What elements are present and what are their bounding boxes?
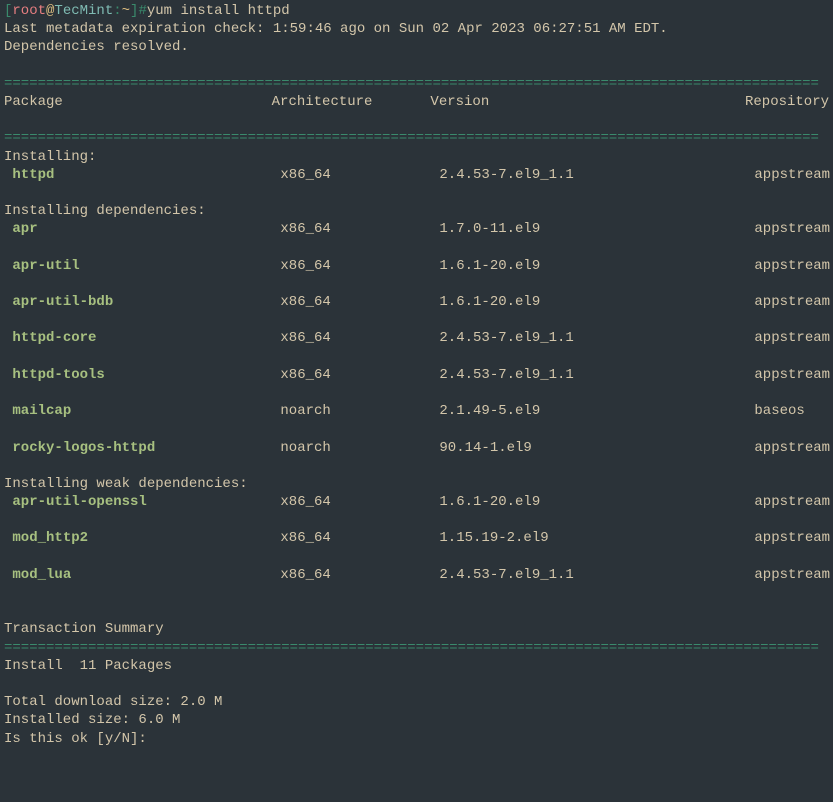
table-row: apr-util-opensslx86_641.6.1-20.el9appstr… xyxy=(4,493,829,511)
table-row: apr-util-bdbx86_641.6.1-20.el9appstream xyxy=(4,293,829,311)
prompt-user: root xyxy=(12,3,46,19)
prompt-host: TecMint xyxy=(54,3,113,19)
section-weak-deps: Installing weak dependencies: xyxy=(4,476,248,492)
table-row: rocky-logos-httpdnoarch90.14-1.el9appstr… xyxy=(4,439,829,457)
table-row: mailcapnoarch2.1.49-5.el9baseos xyxy=(4,402,829,420)
divider-mid: ========================================… xyxy=(4,130,819,146)
table-row: httpdx86_642.4.53-7.el9_1.1appstream xyxy=(4,166,829,184)
table-row: httpd-corex86_642.4.53-7.el9_1.1appstrea… xyxy=(4,329,829,347)
command-input[interactable]: yum install httpd xyxy=(147,3,290,19)
download-size: Total download size: 2.0 M xyxy=(4,694,222,710)
section-deps: Installing dependencies: xyxy=(4,203,206,219)
table-row: aprx86_641.7.0-11.el9appstream xyxy=(4,220,829,238)
table-header: PackageArchitectureVersionRepository xyxy=(4,93,829,111)
divider-top: ========================================… xyxy=(4,76,819,92)
transaction-summary: Transaction Summary xyxy=(4,621,164,637)
confirm-prompt[interactable]: Is this ok [y/N]: xyxy=(4,731,155,747)
table-row: apr-utilx86_641.6.1-20.el9appstream xyxy=(4,257,829,275)
table-row: mod_http2x86_641.15.19-2.el9appstream xyxy=(4,529,829,547)
install-count: Install 11 Packages xyxy=(4,658,172,674)
deps-resolved: Dependencies resolved. xyxy=(4,39,189,55)
divider-bottom: ========================================… xyxy=(4,640,819,656)
table-row: httpd-toolsx86_642.4.53-7.el9_1.1appstre… xyxy=(4,366,829,384)
table-row: mod_luax86_642.4.53-7.el9_1.1appstream xyxy=(4,566,829,584)
metadata-line: Last metadata expiration check: 1:59:46 … xyxy=(4,21,668,37)
installed-size: Installed size: 6.0 M xyxy=(4,712,180,728)
prompt-path: ~ xyxy=(122,3,130,19)
section-installing: Installing: xyxy=(4,149,96,165)
